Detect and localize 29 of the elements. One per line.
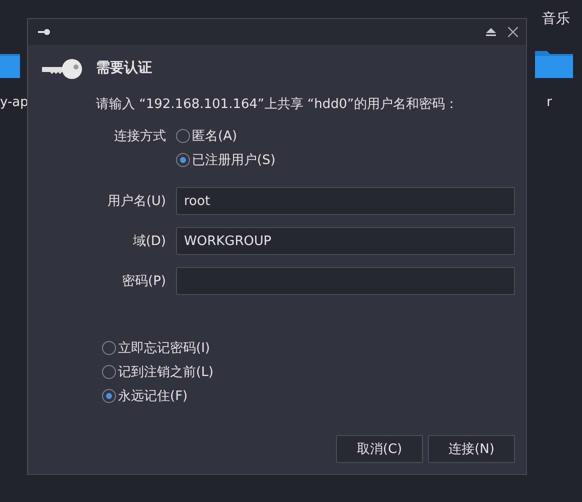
dialog-button[interactable]: 连接(N) [428,435,515,463]
radio-button[interactable] [176,129,190,143]
dialog-heading: 需要认证 [96,59,153,77]
field-label: 连接方式 [114,128,166,145]
key-icon [42,57,82,81]
file-name: y-ap [0,95,28,110]
key-icon [38,29,50,35]
folder-label: 音乐 [542,10,570,28]
close-icon[interactable] [508,27,518,37]
radio-button[interactable] [102,341,116,355]
input-field[interactable] [176,267,515,295]
field-label: 密码(P) [122,273,166,290]
field-label: 用户名(U) [107,193,166,210]
radio-label[interactable]: 已注册用户(S) [192,151,276,169]
radio-label[interactable]: 匿名(A) [192,127,238,145]
folder-icon[interactable] [535,48,573,78]
radio-button[interactable] [176,153,190,167]
radio-label[interactable]: 永远记住(F) [118,387,188,405]
dialog-button[interactable]: 取消(C) [336,435,423,463]
eject-icon[interactable] [486,28,496,36]
field-label: 域(D) [132,233,166,250]
dialog-message: 请输入 “192.168.101.164”上共享 “hdd0”的用户名和密码： [96,96,458,113]
radio-button[interactable] [102,365,116,379]
input-field[interactable]: WORKGROUP [176,227,515,255]
radio-button[interactable] [102,389,116,403]
input-field[interactable]: root [176,187,515,215]
file-name: r [546,95,552,110]
radio-label[interactable]: 立即忘记密码(I) [118,339,210,357]
radio-label[interactable]: 记到注销之前(L) [118,363,214,381]
